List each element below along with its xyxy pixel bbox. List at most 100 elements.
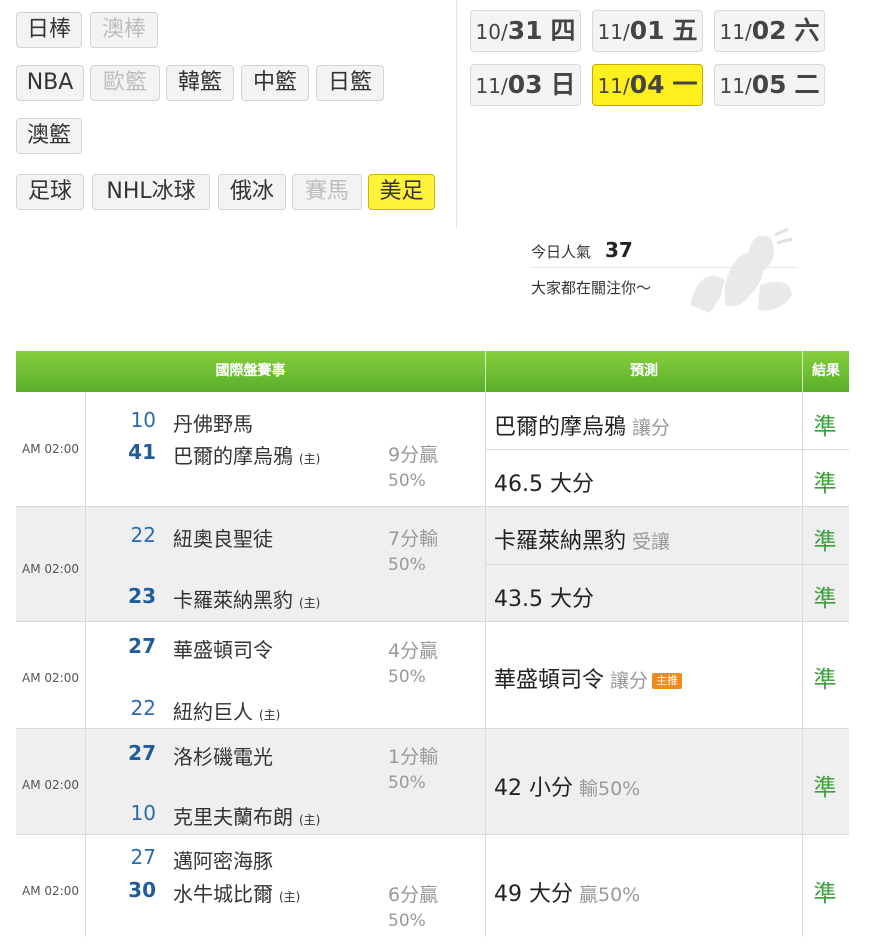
date-button-1104[interactable]: 11/04 一	[592, 64, 703, 106]
result-mark: 準	[813, 471, 837, 497]
date-month: 10/	[475, 20, 508, 44]
date-day: 05	[751, 70, 787, 99]
spread-pct: 50%	[388, 667, 426, 687]
header-result: 結果	[812, 363, 840, 379]
date-weekday: 一	[672, 70, 698, 99]
date-button-1101[interactable]: 11/01 五	[592, 10, 703, 52]
date-button-1031[interactable]: 10/31 四	[470, 10, 581, 52]
home-score: 22	[130, 696, 156, 720]
spread-info: 4分贏 50%	[388, 638, 438, 690]
prediction: 43.5 大分	[494, 581, 594, 613]
spread-result: 9分贏	[388, 444, 439, 466]
home-mark: (主)	[279, 890, 301, 904]
home-score: 30	[128, 878, 156, 902]
game-time: AM 02:00	[16, 622, 86, 729]
spread-pct: 50%	[388, 773, 426, 793]
table-row: AM 02:00 22 紐奧良聖徒 23 卡羅萊納黑豹 (主) 7分輸 50% 卡羅…	[16, 507, 849, 622]
prediction-text: 卡羅萊納黑豹	[494, 529, 627, 554]
result-mark: 準	[813, 586, 837, 612]
popularity-label: 今日人氣	[531, 243, 592, 261]
away-team: 紐奧良聖徒	[173, 527, 273, 551]
table-row: AM 02:00 10 丹佛野馬 41 巴爾的摩烏鴉 (主) 9分贏 50% 巴爾的…	[16, 392, 849, 507]
prediction-table: 國際盤賽事 預測 結果 AM 02:00 10 丹佛野馬 41 巴爾的摩烏鴉 (主…	[16, 351, 849, 937]
result-mark: 準	[813, 667, 837, 693]
away-score: 10	[130, 408, 156, 432]
home-team-line: 卡羅萊納黑豹 (主)	[173, 584, 320, 613]
date-month: 11/	[597, 74, 630, 98]
table-row: AM 02:00 27 華盛頓司令 22 紐約巨人 (主) 4分贏 50% 華盛頓司…	[16, 622, 849, 729]
spread-pct: 50%	[388, 911, 426, 931]
prediction: 巴爾的摩烏鴉 讓分	[494, 409, 670, 441]
sport-chip-horse-racing[interactable]: 賽馬	[292, 174, 362, 210]
away-team: 華盛頓司令	[173, 638, 273, 662]
sport-chip-ru-hockey[interactable]: 俄冰	[218, 174, 286, 210]
away-score: 27	[130, 845, 156, 869]
spread-result: 4分贏	[388, 640, 439, 662]
game-time: AM 02:00	[16, 835, 86, 937]
away-team: 洛杉磯電光	[173, 745, 273, 769]
sport-chip-cn-basketball[interactable]: 中籃	[241, 65, 309, 101]
popularity-box: 今日人氣 37 大家都在關注你～	[531, 233, 798, 308]
date-button-1102[interactable]: 11/02 六	[714, 10, 825, 52]
date-button-1105[interactable]: 11/05 二	[714, 64, 825, 106]
popularity-message: 大家都在關注你～	[531, 279, 652, 297]
home-team: 卡羅萊納黑豹	[173, 588, 293, 612]
sport-chip-soccer[interactable]: 足球	[16, 174, 84, 210]
game-time: AM 02:00	[16, 729, 86, 835]
prediction-divider	[485, 449, 849, 450]
prediction-note: 讓分	[610, 670, 649, 692]
sport-chip-jp-baseball[interactable]: 日棒	[16, 12, 82, 48]
result-mark: 準	[813, 529, 837, 555]
home-team: 紐約巨人	[173, 700, 253, 724]
away-team: 邁阿密海豚	[173, 849, 273, 873]
prediction: 卡羅萊納黑豹 受讓	[494, 523, 670, 555]
sport-chip-kr-basketball[interactable]: 韓籃	[166, 65, 234, 101]
home-mark: (主)	[299, 813, 321, 827]
spread-result: 6分贏	[388, 884, 439, 906]
sport-chip-nba[interactable]: NBA	[16, 65, 84, 101]
date-month: 11/	[719, 74, 752, 98]
prediction-divider	[485, 564, 849, 565]
date-day: 31	[507, 16, 543, 45]
game-time: AM 02:00	[16, 392, 86, 507]
filter-divider	[456, 0, 457, 228]
sport-chip-au-baseball[interactable]: 澳棒	[90, 12, 158, 48]
table-header: 國際盤賽事 預測 結果	[16, 351, 849, 392]
away-score: 27	[128, 634, 156, 658]
game-time: AM 02:00	[16, 507, 86, 622]
prediction: 42 小分 輸50%	[494, 770, 640, 802]
spread-info: 6分贏 50%	[388, 882, 438, 934]
popularity-count: 37	[605, 238, 633, 262]
featured-pick-badge: 主推	[652, 673, 683, 689]
prediction-note: 受讓	[632, 531, 671, 553]
spread-info: 7分輸 50%	[388, 526, 438, 578]
date-button-1103[interactable]: 11/03 日	[470, 64, 581, 106]
date-weekday: 日	[550, 70, 576, 99]
sport-chip-eu-basketball[interactable]: 歐籃	[90, 65, 160, 101]
table-row: AM 02:00 27 洛杉磯電光 10 克里夫蘭布朗 (主) 1分輸 50% 42…	[16, 729, 849, 835]
date-weekday: 四	[550, 16, 576, 45]
date-month: 11/	[597, 20, 630, 44]
column-separator	[485, 622, 486, 729]
sport-chip-au-basketball[interactable]: 澳籃	[16, 118, 82, 154]
home-mark: (主)	[299, 596, 321, 610]
away-team: 丹佛野馬	[173, 412, 253, 436]
sport-chip-american-football[interactable]: 美足	[368, 174, 435, 210]
prediction-text: 49 大分	[494, 882, 573, 907]
home-team-line: 巴爾的摩烏鴉 (主)	[173, 440, 320, 469]
prediction-note: 讓分	[632, 417, 671, 439]
prediction-text: 巴爾的摩烏鴉	[494, 415, 627, 440]
home-score: 23	[128, 584, 156, 608]
header-prediction: 預測	[630, 363, 658, 379]
date-day: 01	[629, 16, 665, 45]
sport-chip-jp-basketball[interactable]: 日籃	[316, 65, 384, 101]
home-team-line: 克里夫蘭布朗 (主)	[173, 801, 320, 830]
prediction-text: 華盛頓司令	[494, 668, 605, 693]
home-team: 巴爾的摩烏鴉	[173, 444, 293, 468]
away-score: 22	[130, 523, 156, 547]
spread-result: 1分輸	[388, 746, 439, 768]
date-weekday: 五	[672, 16, 698, 45]
sport-chip-nhl[interactable]: NHL冰球	[92, 174, 210, 210]
header-matches: 國際盤賽事	[215, 363, 286, 379]
home-mark: (主)	[299, 452, 321, 466]
